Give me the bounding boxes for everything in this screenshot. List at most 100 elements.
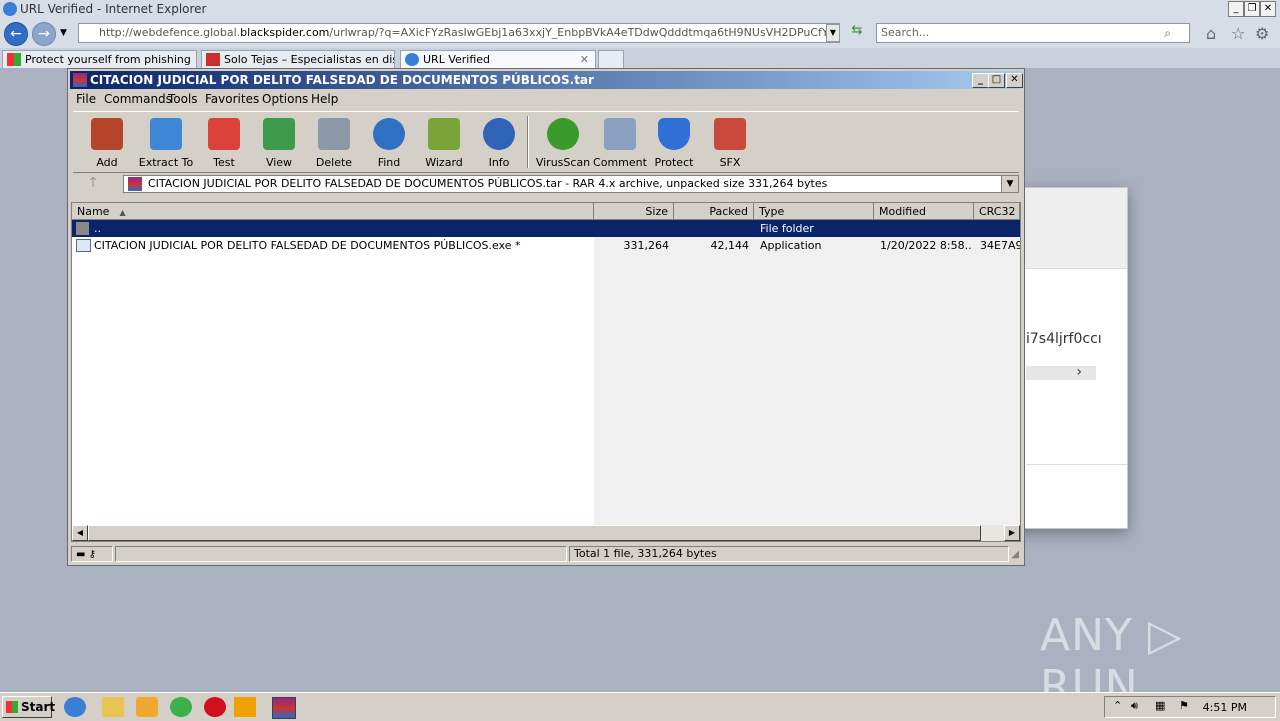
horizontal-scrollbar[interactable]: ◀ ▶	[72, 525, 1020, 541]
column-label: Name	[77, 205, 110, 218]
extract-to-button[interactable]: Extract To	[136, 116, 196, 170]
row-type: File folder	[760, 222, 814, 235]
tab-url-verified[interactable]: URL Verified ✕	[400, 50, 596, 68]
outlook-icon[interactable]	[234, 697, 256, 717]
new-tab-button[interactable]	[598, 50, 624, 68]
table-row-parent[interactable]: .. File folder	[72, 220, 1020, 237]
refresh-icon[interactable]: ⇆	[848, 23, 866, 41]
tab-label: URL Verified	[423, 53, 491, 66]
network-icon[interactable]: ▦	[1155, 699, 1165, 712]
opera-icon[interactable]	[204, 697, 226, 717]
browser-tab-strip: Protect yourself from phishing Solo Teja…	[0, 48, 1280, 68]
tab-solo-tejas[interactable]: Solo Tejas – Especialistas en dis...	[201, 50, 395, 68]
scroll-left-icon[interactable]: ◀	[72, 525, 88, 541]
address-prefix: http://webdefence.global.	[99, 26, 241, 39]
menu-tools[interactable]: Tools	[168, 92, 198, 106]
archive-path-combobox[interactable]: CITACION JUDICIAL POR DELITO FALSEDAD DE…	[123, 175, 1019, 193]
winrar-close-button[interactable]: ✕	[1006, 73, 1023, 88]
clock[interactable]: 4:51 PM	[1203, 701, 1247, 714]
winrar-maximize-button[interactable]: □	[988, 73, 1005, 88]
info-button[interactable]: Info	[469, 116, 529, 170]
path-row: ↑ CITACION JUDICIAL POR DELITO FALSEDAD …	[73, 173, 1019, 195]
up-folder-button[interactable]: ↑	[81, 175, 105, 193]
search-icon[interactable]: ⌕	[1164, 24, 1171, 42]
menu-help[interactable]: Help	[311, 92, 338, 106]
menu-options[interactable]: Options	[262, 92, 308, 106]
row-name: ..	[94, 222, 101, 235]
sfx-box-icon	[714, 118, 746, 150]
explorer-folder-icon[interactable]	[102, 697, 124, 717]
add-button[interactable]: Add	[77, 116, 137, 170]
search-placeholder: Search...	[881, 26, 930, 39]
sort-ascending-icon: ▲	[119, 208, 126, 217]
browser-title: URL Verified - Internet Explorer	[20, 2, 207, 16]
taskbar: Start ⌃ 🔊︎ ▦ ⚑ 4:51 PM	[0, 692, 1280, 721]
extract-folder-icon	[150, 118, 182, 150]
tray-expand-icon[interactable]: ⌃	[1113, 699, 1122, 712]
restore-button[interactable]: ❐	[1244, 1, 1260, 17]
back-button[interactable]: ←	[4, 22, 28, 46]
address-bar[interactable]: http://webdefence.global.blackspider.com…	[78, 23, 840, 43]
scroll-right-icon[interactable]: ▶	[1004, 525, 1020, 541]
address-rest: /urlwrap/?q=AXicFYzRasIwGEbj1a63xxjY_Enb…	[329, 26, 840, 39]
sfx-button[interactable]: SFX	[700, 116, 760, 170]
action-center-flag-icon[interactable]: ⚑	[1179, 699, 1189, 712]
comment-icon	[604, 118, 636, 150]
tab-phishing[interactable]: Protect yourself from phishing	[2, 50, 197, 68]
start-button[interactable]: Start	[2, 696, 56, 718]
ie-taskbar-icon[interactable]	[64, 697, 86, 717]
folder-icon	[76, 222, 89, 235]
start-label: Start	[21, 700, 56, 714]
column-header-crc32[interactable]: CRC32	[974, 203, 1020, 220]
resize-grip-icon[interactable]: ◢	[1011, 549, 1019, 560]
trash-icon	[318, 118, 350, 150]
list-empty-area	[594, 237, 1020, 525]
windows-flag-icon	[6, 701, 18, 713]
tab-close-icon[interactable]: ✕	[580, 51, 589, 68]
media-player-icon[interactable]	[136, 697, 158, 717]
gear-icon[interactable]: ⚙	[1255, 24, 1269, 43]
tab-label: Solo Tejas – Especialistas en dis...	[224, 53, 395, 66]
chevron-down-icon[interactable]: ▼	[1001, 176, 1018, 192]
tab-label: Protect yourself from phishing	[25, 53, 191, 66]
card-link-bar[interactable]: ›	[1026, 364, 1096, 380]
winrar-minimize-button[interactable]: _	[972, 73, 989, 88]
toolbar-label: SFX	[719, 156, 741, 169]
volume-icon[interactable]: 🔊︎	[1131, 699, 1138, 713]
forward-button[interactable]: →	[32, 22, 56, 46]
history-dropdown-icon[interactable]: ▼	[60, 28, 67, 38]
magnifier-icon	[373, 118, 405, 150]
winrar-window: CITACION JUDICIAL POR DELITO FALSEDAD DE…	[67, 68, 1025, 566]
column-header-modified[interactable]: Modified	[874, 203, 974, 220]
home-icon[interactable]: ⌂	[1206, 24, 1216, 43]
column-header-size[interactable]: Size	[594, 203, 674, 220]
row-crc32: 34E7A97	[980, 239, 1020, 252]
chrome-icon[interactable]	[170, 697, 192, 717]
card-divider	[1026, 464, 1127, 465]
row-modified: 1/20/2022 8:58...	[880, 239, 972, 252]
archive-icon	[128, 177, 142, 191]
table-row-file[interactable]: CITACION JUDICIAL POR DELITO FALSEDAD DE…	[72, 237, 1020, 254]
column-header-packed[interactable]: Packed	[674, 203, 754, 220]
winrar-title-bar: CITACION JUDICIAL POR DELITO FALSEDAD DE…	[70, 71, 1023, 89]
winrar-toolbar: Add Extract To Test View Delete Find Wiz…	[73, 111, 1019, 173]
column-header-type[interactable]: Type	[754, 203, 874, 220]
executable-icon	[76, 239, 91, 252]
address-dropdown-icon[interactable]: ▼	[826, 24, 840, 42]
minimize-button[interactable]: _	[1228, 1, 1244, 17]
menu-favorites[interactable]: Favorites	[205, 92, 259, 106]
menu-file[interactable]: File	[76, 92, 96, 106]
menu-commands[interactable]: Commands	[104, 92, 172, 106]
info-icon	[483, 118, 515, 150]
search-input[interactable]: Search... ⌕	[876, 23, 1190, 43]
favorites-star-icon[interactable]: ☆	[1231, 24, 1245, 43]
winrar-logo-icon	[73, 73, 87, 87]
winrar-taskbar-icon[interactable]	[272, 697, 296, 719]
scroll-thumb[interactable]	[88, 525, 981, 541]
status-empty-segment	[115, 546, 567, 562]
column-header-name[interactable]: Name ▲	[72, 203, 594, 220]
browser-title-bar: URL Verified - Internet Explorer _ ❐ ✕	[0, 0, 1280, 19]
close-button[interactable]: ✕	[1260, 1, 1276, 17]
row-packed: 42,144	[710, 239, 750, 252]
ie-logo-icon	[3, 2, 17, 16]
